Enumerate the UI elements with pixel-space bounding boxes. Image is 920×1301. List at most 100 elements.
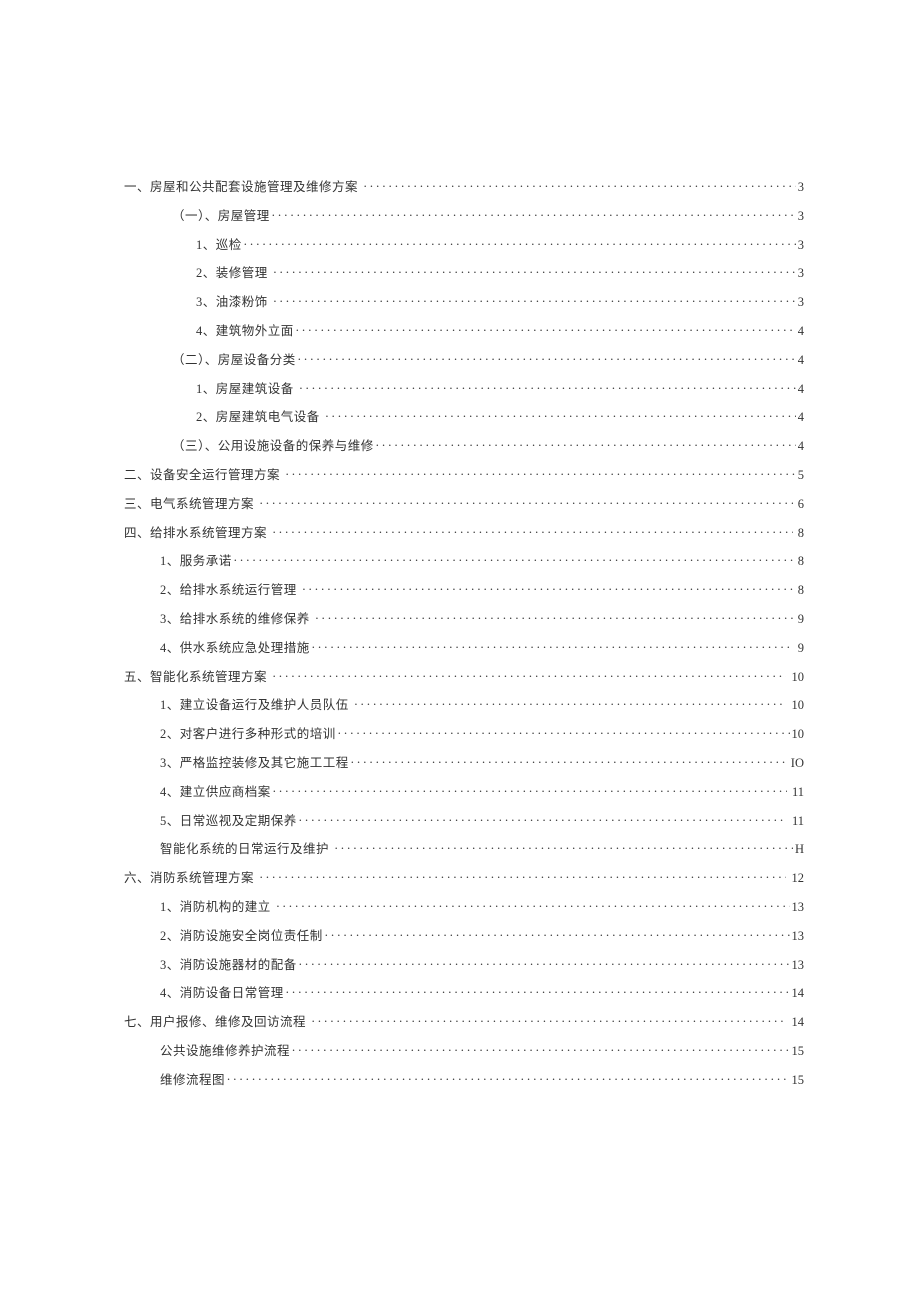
toc-entry-page: 6 xyxy=(795,497,804,512)
toc-entry[interactable]: 2、消防设施安全岗位责任制13 xyxy=(124,925,804,944)
toc-leader-dots xyxy=(299,956,790,969)
toc-entry-page: 13 xyxy=(792,958,805,973)
toc-entry-page: 3 xyxy=(798,180,804,195)
toc-entry[interactable]: 3、严格监控装修及其它施工工程IO xyxy=(124,752,804,771)
toc-leader-dots xyxy=(260,495,793,508)
toc-entry-label: （二）、房屋设备分类 xyxy=(172,349,296,368)
toc-entry-label: 4、建筑物外立面 xyxy=(196,320,294,339)
toc-entry-label: 1、服务承诺 xyxy=(160,550,232,569)
toc-entry[interactable]: 一、房屋和公共配套设施管理及维修方案 3 xyxy=(124,176,804,195)
toc-leader-dots xyxy=(296,322,796,335)
toc-leader-dots xyxy=(273,265,795,278)
toc-entry[interactable]: 4、建立供应商档案 11 xyxy=(124,781,804,800)
toc-entry[interactable]: 智能化系统的日常运行及维护 H xyxy=(124,838,804,857)
toc-entry-page: 11 xyxy=(789,785,804,800)
toc-entry[interactable]: 四、给排水系统管理方案 8 xyxy=(124,522,804,541)
toc-entry-page: 13 xyxy=(792,900,805,915)
toc-entry[interactable]: 5、日常巡视及定期保养 11 xyxy=(124,810,804,829)
toc-entry-label: 5、日常巡视及定期保养 xyxy=(160,810,297,829)
toc-entry[interactable]: 4、消防设备日常管理14 xyxy=(124,982,804,1001)
toc-leader-dots xyxy=(335,841,793,854)
toc-entry-page: 4 xyxy=(798,410,804,425)
toc-entry[interactable]: 1、巡检 3 xyxy=(124,234,804,253)
toc-entry[interactable]: 2、给排水系统运行管理 8 xyxy=(124,579,804,598)
toc-entry-label: 4、消防设备日常管理 xyxy=(160,982,284,1001)
toc-entry-page: 14 xyxy=(788,1015,804,1030)
toc-entry[interactable]: 2、装修管理 3 xyxy=(124,262,804,281)
toc-entry-page: 8 xyxy=(795,583,804,598)
toc-entry[interactable]: 1、消防机构的建立 13 xyxy=(124,896,804,915)
toc-entry-page: 4 xyxy=(798,324,804,339)
toc-entry[interactable]: 1、房屋建筑设备 4 xyxy=(124,378,804,397)
toc-entry[interactable]: 2、对客户进行多种形式的培训10 xyxy=(124,723,804,742)
toc-entry[interactable]: 七、用户报修、维修及回访流程 14 xyxy=(124,1011,804,1030)
toc-entry[interactable]: 三、电气系统管理方案 6 xyxy=(124,493,804,512)
toc-leader-dots xyxy=(273,294,795,307)
toc-entry-label: 2、给排水系统运行管理 xyxy=(160,579,300,598)
toc-entry-page: 8 xyxy=(795,526,804,541)
toc-entry[interactable]: 1、服务承诺 8 xyxy=(124,550,804,569)
toc-leader-dots xyxy=(272,207,796,220)
toc-entry-page: 3 xyxy=(798,266,804,281)
toc-leader-dots xyxy=(302,582,792,595)
toc-entry[interactable]: 2、房屋建筑电气设备 4 xyxy=(124,406,804,425)
toc-leader-dots xyxy=(364,179,796,192)
table-of-contents: 一、房屋和公共配套设施管理及维修方案 3（一）、房屋管理31、巡检32、装修管理… xyxy=(124,176,804,1098)
toc-entry-page: 4 xyxy=(798,382,804,397)
toc-leader-dots xyxy=(315,610,792,623)
toc-entry-page: 15 xyxy=(792,1073,805,1088)
toc-entry-label: 四、给排水系统管理方案 xyxy=(124,522,271,541)
toc-entry-page: 11 xyxy=(789,814,804,829)
toc-entry-page: 3 xyxy=(798,295,804,310)
toc-entry-label: 3、严格监控装修及其它施工工程 xyxy=(160,752,349,771)
toc-entry[interactable]: 3、给排水系统的维修保养 9 xyxy=(124,608,804,627)
toc-leader-dots xyxy=(354,697,786,710)
toc-entry[interactable]: 1、建立设备运行及维护人员队伍 10 xyxy=(124,694,804,713)
toc-entry[interactable]: 五、智能化系统管理方案 10 xyxy=(124,666,804,685)
toc-entry-page: 10 xyxy=(788,670,804,685)
toc-entry-label: 二、设备安全运行管理方案 xyxy=(124,464,284,483)
toc-leader-dots xyxy=(325,409,795,422)
toc-entry[interactable]: 二、设备安全运行管理方案 5 xyxy=(124,464,804,483)
toc-entry-label: 1、房屋建筑设备 xyxy=(196,378,297,397)
toc-leader-dots xyxy=(312,1014,787,1027)
toc-entry[interactable]: 4、建筑物外立面 4 xyxy=(124,320,804,339)
toc-entry[interactable]: 维修流程图 15 xyxy=(124,1069,804,1088)
toc-entry-page: 12 xyxy=(788,871,804,886)
toc-entry-label: 2、消防设施安全岗位责任制 xyxy=(160,925,323,944)
toc-entry[interactable]: 3、油漆粉饰 3 xyxy=(124,291,804,310)
toc-leader-dots xyxy=(312,639,793,652)
toc-entry[interactable]: 公共设施维修养护流程15 xyxy=(124,1040,804,1059)
toc-entry-label: 3、给排水系统的维修保养 xyxy=(160,608,313,627)
toc-leader-dots xyxy=(286,466,796,479)
toc-entry-page: 3 xyxy=(798,238,804,253)
toc-leader-dots xyxy=(351,754,789,767)
toc-entry-label: 智能化系统的日常运行及维护 xyxy=(160,838,333,857)
toc-leader-dots xyxy=(234,553,793,566)
toc-entry-page: H xyxy=(795,842,804,857)
toc-entry-label: 3、消防设施器材的配备 xyxy=(160,954,297,973)
toc-leader-dots xyxy=(298,351,796,364)
toc-leader-dots xyxy=(325,927,790,940)
toc-entry-label: 五、智能化系统管理方案 xyxy=(124,666,271,685)
toc-entry-label: （一）、房屋管理 xyxy=(172,205,270,224)
toc-entry-label: 2、装修管理 xyxy=(196,262,271,281)
toc-entry[interactable]: （一）、房屋管理3 xyxy=(124,205,804,224)
toc-entry-page: 4 xyxy=(798,439,804,454)
toc-entry-label: 六、消防系统管理方案 xyxy=(124,867,258,886)
toc-leader-dots xyxy=(273,668,787,681)
toc-entry[interactable]: 4、供水系统应急处理措施 9 xyxy=(124,637,804,656)
toc-entry[interactable]: （二）、房屋设备分类4 xyxy=(124,349,804,368)
toc-leader-dots xyxy=(338,726,790,739)
toc-entry-label: 2、房屋建筑电气设备 xyxy=(196,406,323,425)
toc-leader-dots xyxy=(276,898,789,911)
toc-entry-page: 10 xyxy=(788,698,804,713)
toc-entry-label: 维修流程图 xyxy=(160,1069,225,1088)
toc-entry-label: 1、巡检 xyxy=(196,234,242,253)
toc-entry-label: 公共设施维修养护流程 xyxy=(160,1040,290,1059)
toc-entry[interactable]: （三）、公用设施设备的保养与维修4 xyxy=(124,435,804,454)
toc-entry-page: 8 xyxy=(795,554,804,569)
toc-entry[interactable]: 六、消防系统管理方案 12 xyxy=(124,867,804,886)
toc-leader-dots xyxy=(273,783,787,796)
toc-entry[interactable]: 3、消防设施器材的配备 13 xyxy=(124,954,804,973)
